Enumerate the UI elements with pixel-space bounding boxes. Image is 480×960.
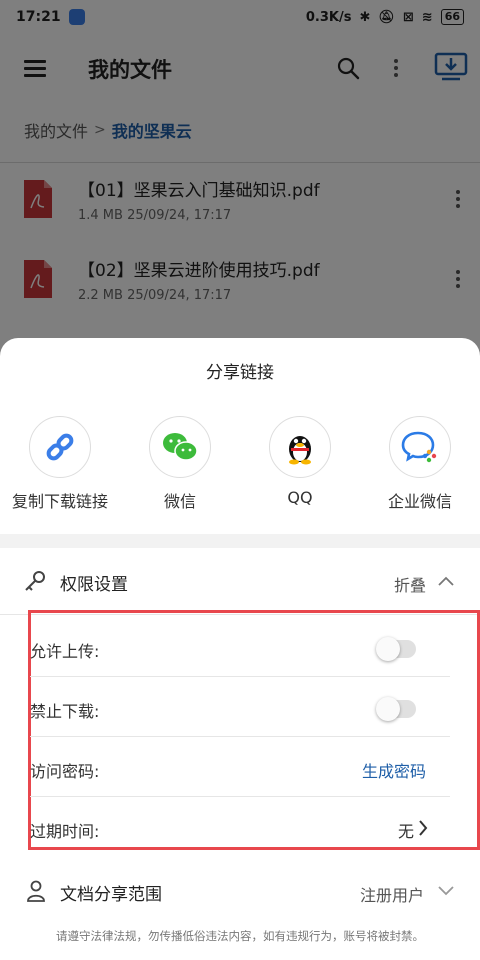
forbid-download-row: 禁止下载: <box>30 678 450 738</box>
wecom-icon <box>401 431 437 463</box>
share-circle <box>149 416 211 478</box>
permission-settings-title: 权限设置 <box>60 575 128 595</box>
collapse-label[interactable]: 折叠 <box>394 572 426 596</box>
permission-settings-header[interactable]: 权限设置 折叠 <box>0 548 480 614</box>
share-wecom-button[interactable]: 企业微信 <box>360 416 480 516</box>
share-wechat-button[interactable]: 微信 <box>120 416 240 516</box>
share-scope-row[interactable]: 文档分享范围 注册用户 <box>0 864 480 920</box>
section-divider <box>0 534 480 548</box>
legal-notice: 请遵守法律法规，勿传播低俗违法内容，如有违规行为，账号将被封禁。 <box>56 929 424 943</box>
sheet-title: 分享链接 <box>206 363 274 383</box>
generate-password-link[interactable]: 生成密码 <box>362 758 426 782</box>
qq-icon <box>289 436 311 465</box>
forbid-download-toggle[interactable] <box>376 697 416 721</box>
expiry-value: 无 <box>397 822 414 841</box>
share-scope-title: 文档分享范围 <box>60 885 162 905</box>
person-icon <box>27 880 45 902</box>
key-icon <box>25 571 45 591</box>
chevron-down-icon <box>438 886 454 896</box>
share-label: 企业微信 <box>387 492 452 511</box>
share-circle <box>269 416 331 478</box>
access-password-row: 访问密码: 生成密码 <box>30 738 450 798</box>
share-scope-value: 注册用户 <box>360 886 425 905</box>
allow-upload-toggle[interactable] <box>376 637 416 661</box>
share-label: QQ <box>287 488 313 507</box>
expiry-row[interactable]: 过期时间: 无 <box>30 798 450 858</box>
share-label: 复制下载链接 <box>11 492 108 511</box>
wechat-icon <box>163 433 198 461</box>
divider <box>30 676 450 677</box>
allow-upload-row: 允许上传: <box>30 618 450 678</box>
link-icon <box>46 433 74 461</box>
access-password-label: 访问密码: <box>30 762 100 781</box>
expiry-label: 过期时间: <box>30 822 100 841</box>
divider <box>30 736 450 737</box>
share-label: 微信 <box>163 492 196 511</box>
share-qq-button[interactable]: QQ <box>240 416 360 516</box>
forbid-download-label: 禁止下载: <box>30 702 100 721</box>
share-bottom-sheet: 分享链接 复制下载链接 微信 QQ 企业微信 权限设置 折叠 允许上传: 禁止下… <box>0 338 480 960</box>
allow-upload-label: 允许上传: <box>30 642 100 661</box>
share-copy-link-button[interactable]: 复制下载链接 <box>0 416 120 516</box>
divider <box>30 796 450 797</box>
chevron-up-icon[interactable] <box>438 576 454 586</box>
chevron-right-icon <box>419 820 428 836</box>
share-circle <box>389 416 451 478</box>
share-circle <box>29 416 91 478</box>
